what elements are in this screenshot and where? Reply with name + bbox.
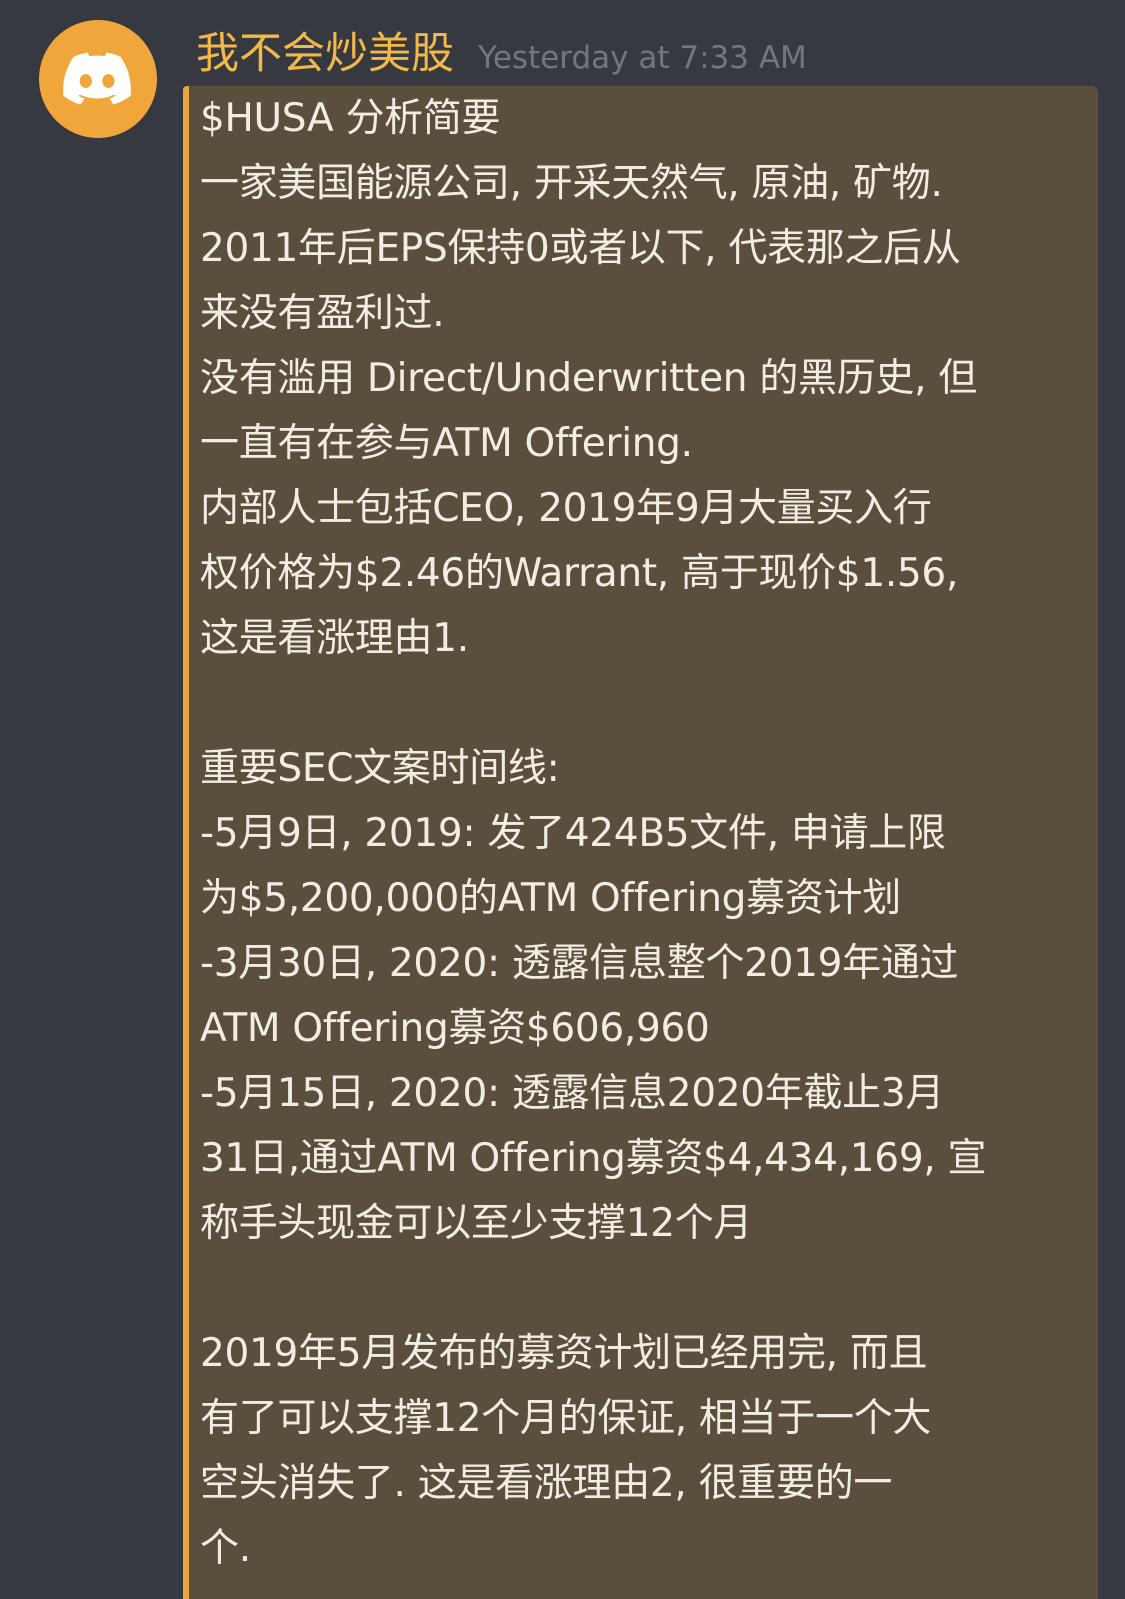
message-line: 一家美国能源公司, 开采天然气, 原油, 矿物.	[200, 161, 943, 206]
message-header: 我不会炒美股 Yesterday at 7:33 AM	[196, 22, 807, 86]
message-highlight-block: $HUSA 分析简要一家美国能源公司, 开采天然气, 原油, 矿物. 2011年后…	[183, 86, 1098, 1599]
message-line	[200, 1256, 1096, 1321]
message-line: 有了可以支撑12个月的保证, 相当于一个大	[200, 1396, 932, 1441]
username[interactable]: 我不会炒美股	[196, 22, 454, 86]
message-line: 个.	[200, 1526, 251, 1571]
message-line: -5月15日, 2020: 透露信息2020年截止3月	[200, 1071, 945, 1116]
message-line: 2011年后EPS保持0或者以下, 代表那之后从	[200, 226, 961, 271]
message-line: 称手头现金可以至少支撑12个月	[200, 1201, 753, 1246]
message-line: 31日,通过ATM Offering募资$4,434,169, 宣	[200, 1136, 987, 1181]
message-line: 没有滥用 Direct/Underwritten 的黑历史, 但	[200, 356, 978, 401]
message-line: 来没有盈利过.	[200, 291, 445, 336]
timestamp[interactable]: Yesterday at 7:33 AM	[478, 40, 807, 76]
message-line: 2019年5月发布的募资计划已经用完, 而且	[200, 1331, 928, 1376]
avatar[interactable]	[39, 20, 157, 138]
message-line	[200, 671, 1096, 736]
message-line: ATM Offering募资$606,960	[200, 1006, 710, 1051]
message-line: 一直有在参与ATM Offering.	[200, 421, 693, 466]
message-line: $HUSA 分析简要	[200, 96, 501, 141]
message-line: 为$5,200,000的ATM Offering募资计划	[200, 876, 901, 921]
discord-logo-icon	[63, 52, 131, 105]
message-line: 内部人士包括CEO, 2019年9月大量买入行	[200, 486, 932, 531]
message-line: -3月30日, 2020: 透露信息整个2019年通过	[200, 941, 959, 986]
message-content: $HUSA 分析简要一家美国能源公司, 开采天然气, 原油, 矿物. 2011年后…	[200, 86, 1096, 1581]
message-line: 权价格为$2.46的Warrant, 高于现价$1.56,	[200, 551, 959, 596]
message-line: 空头消失了. 这是看涨理由2, 很重要的一	[200, 1461, 893, 1506]
message-line: -5月9日, 2019: 发了424B5文件, 申请上限	[200, 811, 946, 856]
message-line: 这是看涨理由1.	[200, 616, 469, 661]
message-line: 重要SEC文案时间线:	[200, 746, 560, 791]
